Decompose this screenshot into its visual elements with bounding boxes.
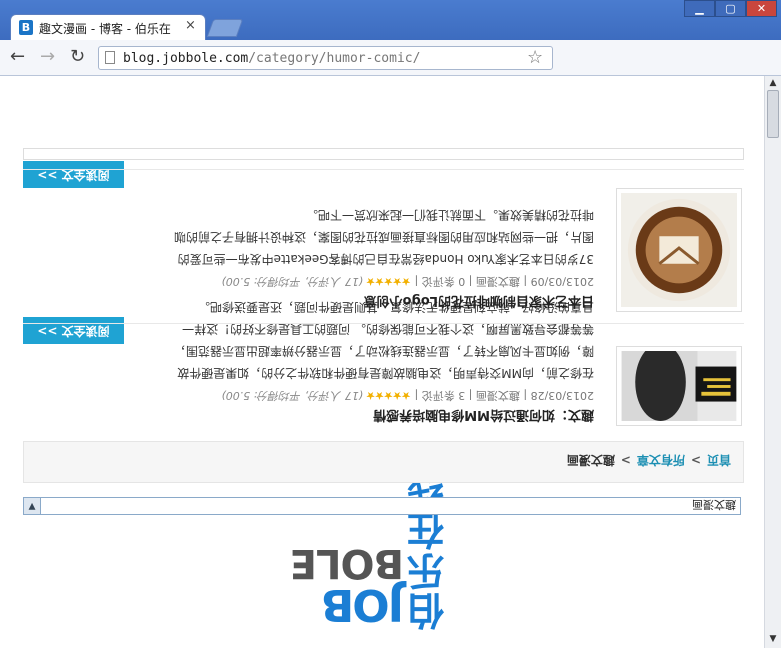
breadcrumb-separator: > — [620, 453, 631, 467]
breadcrumb: 首页 > 所有文章 > 趣文漫画 — [23, 441, 744, 483]
post-meta: 2013/03/28 | 趣文漫画 | 3 条评论 | ★★★★★ (17 人评… — [221, 389, 594, 402]
scroll-down-arrow-icon[interactable]: ▼ — [767, 633, 779, 645]
post-excerpt: 37岁的日本艺术家Yuko Honda经常在自己的博客Geekatte中发布一些… — [173, 208, 594, 266]
breadcrumb-current: 趣文漫画 — [566, 453, 615, 467]
post-item: 趣文：如何通过给MM修电脑培养感情 2013/03/28 | 趣文漫画 | 3 … — [23, 300, 744, 426]
logo-job-text: JOB — [322, 579, 404, 630]
tab-title: 趣文漫画 - 博客 - 伯乐在 — [39, 22, 171, 36]
post-divider — [23, 323, 744, 324]
post-date: 2013/03/28 — [530, 389, 594, 402]
window-controls: ▁ ▢ ✕ — [684, 0, 777, 18]
page-icon — [105, 51, 115, 64]
post-title[interactable]: 日本艺术家自制咖啡拉花的Logo小创意 — [364, 293, 594, 312]
post-category[interactable]: 趣文漫画 — [476, 275, 520, 288]
back-arrow-icon[interactable]: ← — [10, 48, 25, 66]
bookmark-star-icon[interactable]: ☆ — [527, 47, 543, 68]
url-domain: blog.jobbole.com — [123, 51, 249, 66]
scroll-up-arrow-icon[interactable]: ▲ — [767, 77, 779, 89]
post-thumbnail[interactable] — [616, 343, 742, 426]
url-text: blog.jobbole.com/category/humor-comic/ — [123, 51, 420, 66]
breadcrumb-separator: > — [690, 453, 701, 467]
chevron-down-icon[interactable]: ▼ — [24, 498, 41, 514]
read-more-button[interactable]: 阅读全文 >> — [23, 161, 124, 188]
maximize-button[interactable]: ▢ — [715, 0, 746, 17]
post-thumbnail-image — [621, 343, 737, 421]
rating-score: (17 人评分, 平均得分: 5.00) — [221, 389, 364, 402]
rating-stars-icon[interactable]: ★★★★★ — [367, 275, 411, 288]
reload-icon[interactable]: ↻ — [70, 48, 85, 66]
scrollbar-thumb[interactable] — [767, 90, 779, 138]
category-select[interactable]: 趣文漫画 ▼ — [23, 497, 741, 515]
minimize-button[interactable]: ▁ — [684, 0, 715, 17]
url-path: /category/humor-comic/ — [248, 51, 421, 66]
post-comments[interactable]: 0 条评论 — [422, 275, 466, 288]
post-title[interactable]: 趣文：如何通过给MM修电脑培养感情 — [373, 407, 594, 426]
browser-tab[interactable]: B 趣文漫画 - 博客 - 伯乐在 × — [10, 14, 206, 40]
close-window-button[interactable]: ✕ — [746, 0, 777, 17]
new-tab-button[interactable] — [206, 19, 244, 37]
jobbole-favicon-icon: B — [19, 20, 33, 35]
breadcrumb-home-link[interactable]: 首页 — [707, 453, 731, 467]
rating-stars-icon[interactable]: ★★★★★ — [367, 389, 411, 402]
post-date: 2013/03/09 — [530, 275, 594, 288]
breadcrumb-all-link[interactable]: 所有文章 — [637, 453, 685, 467]
post-category[interactable]: 趣文漫画 — [476, 389, 520, 402]
post-thumbnail[interactable] — [616, 188, 742, 312]
post-divider — [23, 169, 744, 170]
site-logo[interactable]: 伯乐在线 JOB BOLE — [0, 468, 764, 648]
post-thumbnail-image — [621, 193, 737, 307]
page-viewport: 伯乐在线 JOB BOLE 趣文漫画 ▼ 首页 > 所有文章 > 趣文漫画 趣文：如何通… — [0, 76, 764, 648]
post-meta: 2013/03/09 | 趣文漫画 | 0 条评论 | ★★★★★ (17 人评… — [221, 275, 594, 288]
logo-bole-text: BOLE — [290, 540, 404, 586]
read-more-button[interactable]: 阅读全文 >> — [23, 317, 124, 344]
forward-arrow-icon[interactable]: → — [40, 48, 55, 66]
post-comments[interactable]: 3 条评论 — [422, 389, 466, 402]
rating-score: (17 人评分, 平均得分: 5.00) — [221, 275, 364, 288]
tab-close-icon[interactable]: × — [185, 18, 196, 33]
next-post-edge — [23, 148, 744, 160]
vertical-scrollbar[interactable]: ▲ ▼ — [764, 76, 781, 648]
logo-chinese-text: 伯乐在线 — [406, 468, 445, 632]
category-select-value: 趣文漫画 — [692, 498, 736, 511]
flipped-page-content: 伯乐在线 JOB BOLE 趣文漫画 ▼ 首页 > 所有文章 > 趣文漫画 趣文：如何通… — [0, 76, 764, 648]
post-item: 日本艺术家自制咖啡拉花的Logo小创意 2013/03/09 | 趣文漫画 | … — [23, 188, 744, 312]
address-bar[interactable]: blog.jobbole.com/category/humor-comic/ ☆ — [98, 46, 553, 70]
browser-titlebar: B 趣文漫画 - 博客 - 伯乐在 × ▁ ▢ ✕ — [0, 0, 781, 40]
